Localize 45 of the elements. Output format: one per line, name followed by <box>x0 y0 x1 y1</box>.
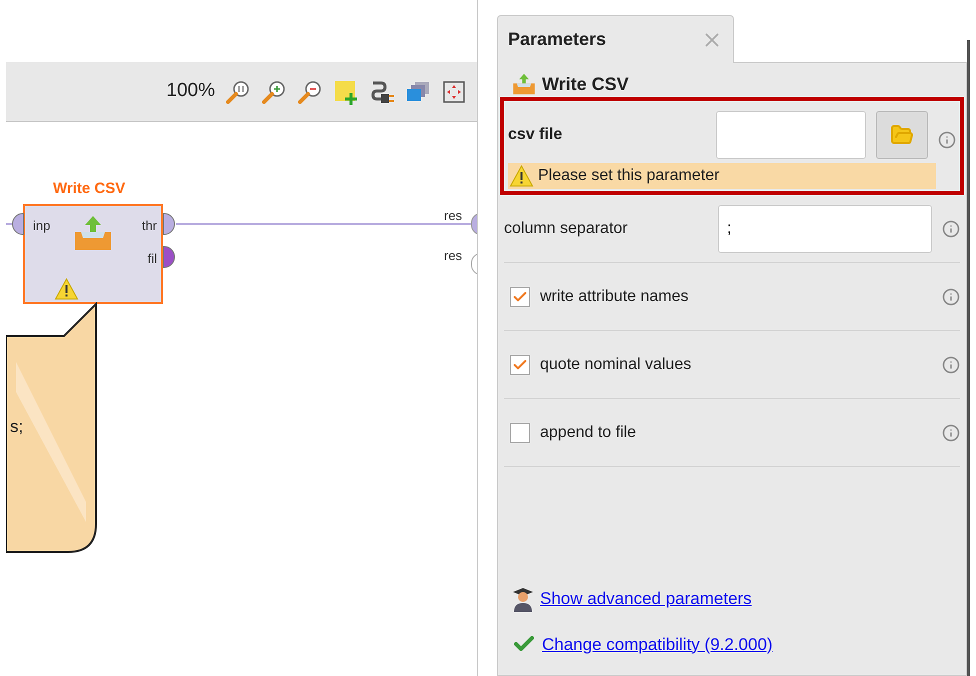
checkbox-label: write attribute names <box>540 286 690 306</box>
info-icon[interactable] <box>942 288 960 306</box>
port-label: thr <box>142 217 157 235</box>
checkbox-label: quote nominal values <box>540 354 692 374</box>
graduate-icon <box>512 586 534 612</box>
warning-icon <box>54 278 79 300</box>
text-field[interactable]: ; <box>718 204 932 252</box>
checkbox-label: append to file <box>540 422 638 442</box>
browse-button[interactable] <box>876 111 928 159</box>
operator-name: Write CSV <box>542 72 629 96</box>
input-port[interactable] <box>12 213 24 235</box>
link[interactable]: Change compatibility (9.2.000) <box>542 632 773 657</box>
output-port[interactable] <box>163 213 175 235</box>
plug-icon[interactable] <box>369 78 395 104</box>
note-text: s; <box>10 416 24 438</box>
info-icon[interactable] <box>942 220 960 238</box>
zoom-reset-icon[interactable] <box>225 78 251 104</box>
fit-view-icon[interactable] <box>441 78 467 104</box>
operator-title: Write CSV <box>53 179 126 199</box>
folder-icon <box>890 123 914 147</box>
export-tray-icon <box>73 216 113 250</box>
checkbox[interactable] <box>510 286 530 306</box>
file-path-field[interactable] <box>716 111 866 159</box>
port-label: res <box>444 247 462 265</box>
warning-text: Please set this parameter <box>538 166 720 186</box>
info-icon[interactable] <box>942 356 960 374</box>
port-label: res <box>444 207 462 225</box>
parameter-label: csv file <box>508 125 564 145</box>
checkbox[interactable] <box>510 422 530 442</box>
parameters-tab[interactable]: Parameters <box>497 15 734 63</box>
warning-icon <box>509 165 534 187</box>
port-label: inp <box>33 217 50 235</box>
zoom-in-icon[interactable] <box>261 78 287 104</box>
operator-node[interactable]: inp thr fil <box>23 204 163 304</box>
zoom-out-icon[interactable] <box>297 78 323 104</box>
checkbox[interactable] <box>510 354 530 374</box>
info-icon[interactable] <box>938 131 956 149</box>
port-label: fil <box>148 250 157 268</box>
link[interactable]: Show advanced parameters <box>540 586 752 612</box>
zoom-level: 100% <box>166 79 215 104</box>
add-note-icon[interactable] <box>333 78 359 104</box>
parameter-label: column separator <box>504 218 629 238</box>
info-icon[interactable] <box>942 424 960 442</box>
output-port[interactable] <box>163 246 175 268</box>
export-tray-icon <box>512 73 536 95</box>
